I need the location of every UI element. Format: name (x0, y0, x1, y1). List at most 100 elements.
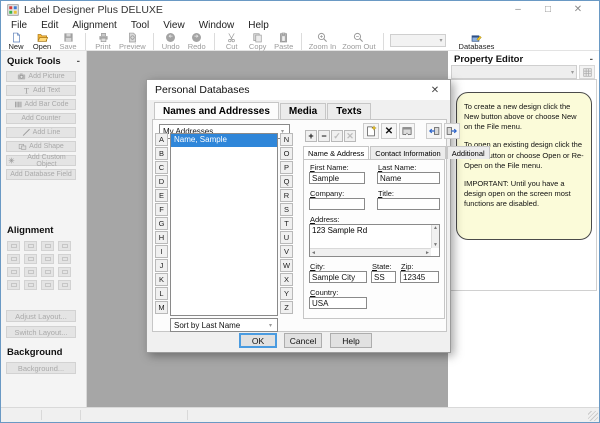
new-database-icon (365, 125, 377, 137)
letter-a-button[interactable]: A (155, 133, 168, 146)
collapse-icon[interactable]: - (77, 56, 80, 67)
toolbar-separator (214, 33, 215, 50)
title-field[interactable] (377, 198, 440, 210)
letter-s-button[interactable]: S (280, 203, 293, 216)
letter-w-button[interactable]: W (280, 259, 293, 272)
address-field[interactable]: 123 Sample Rd (312, 226, 430, 247)
maximize-button[interactable]: □ (533, 1, 563, 19)
letter-t-button[interactable]: T (280, 217, 293, 230)
letter-h-button[interactable]: H (155, 231, 168, 244)
letter-y-button[interactable]: Y (280, 287, 293, 300)
delete-x-icon: ✕ (385, 126, 393, 137)
letter-g-button[interactable]: G (155, 217, 168, 230)
tab-additional[interactable]: Additional (447, 146, 490, 159)
letter-r-button[interactable]: R (280, 189, 293, 202)
alignment-option-button (58, 280, 71, 290)
statusbar-separator (41, 410, 42, 420)
database-properties-button[interactable] (399, 123, 415, 139)
tab-names-and-addresses[interactable]: Names and Addresses (154, 102, 279, 119)
letter-e-button[interactable]: E (155, 189, 168, 202)
help-paragraph: To create a new design click the New but… (464, 102, 584, 132)
cancel-button[interactable]: Cancel (284, 333, 322, 348)
menu-file[interactable]: File (4, 20, 34, 31)
toolbar-separator (301, 33, 302, 50)
letter-f-button[interactable]: F (155, 203, 168, 216)
import-arrow-icon (446, 125, 458, 137)
letter-q-button[interactable]: Q (280, 175, 293, 188)
delete-database-button[interactable]: ✕ (381, 123, 397, 139)
export-records-button[interactable] (426, 123, 442, 139)
letter-c-button[interactable]: C (155, 161, 168, 174)
letter-d-button[interactable]: D (155, 175, 168, 188)
letter-m-button[interactable]: M (155, 301, 168, 314)
background-title: Background (7, 347, 62, 358)
state-field[interactable] (371, 271, 396, 283)
toolbar-button-label: Redo (188, 43, 206, 51)
alignment-glyph-icon (45, 270, 51, 274)
menu-view[interactable]: View (156, 20, 192, 31)
toolbar-undo-button: Undo (158, 32, 184, 51)
zip-field[interactable] (400, 271, 439, 283)
alignment-option-button (41, 267, 54, 277)
scroll-down-icon[interactable]: ▼ (433, 242, 438, 248)
menu-edit[interactable]: Edit (34, 20, 65, 31)
scroll-left-icon[interactable]: ◄ (311, 250, 316, 256)
country-field[interactable] (309, 297, 367, 309)
tab-media[interactable]: Media (280, 103, 326, 119)
tab-name-address[interactable]: Name & Address (303, 146, 369, 159)
minimize-button[interactable]: – (503, 1, 533, 19)
scroll-right-icon[interactable]: ► (425, 250, 430, 256)
letter-k-button[interactable]: K (155, 273, 168, 286)
help-button[interactable]: Help (330, 333, 372, 348)
import-records-button[interactable] (444, 123, 460, 139)
city-field[interactable] (309, 271, 367, 283)
record-item[interactable]: Name, Sample (171, 134, 277, 147)
alignment-glyph-icon (28, 283, 34, 287)
first-name-field[interactable] (309, 172, 365, 184)
company-label: Company: (310, 189, 344, 198)
tab-texts[interactable]: Texts (327, 103, 370, 119)
address-horizontal-scrollbar[interactable]: ◄ ► (310, 248, 431, 256)
company-field[interactable] (309, 198, 365, 210)
letter-j-button[interactable]: J (155, 259, 168, 272)
records-list[interactable]: Name, Sample (170, 133, 278, 316)
letter-n-button[interactable]: N (280, 133, 293, 146)
address-vertical-scrollbar[interactable]: ▲ ▼ (431, 225, 439, 248)
resize-grip[interactable] (588, 411, 598, 421)
ok-button[interactable]: OK (239, 333, 277, 348)
last-name-field[interactable] (377, 172, 440, 184)
letter-o-button[interactable]: O (280, 147, 293, 160)
letter-z-button[interactable]: Z (280, 301, 293, 314)
alignment-glyph-icon (11, 244, 17, 248)
letter-p-button[interactable]: P (280, 161, 293, 174)
toolbar-open-button[interactable]: Open (29, 32, 55, 51)
remove-record-button[interactable]: − (318, 130, 330, 142)
toolbar-databases-button[interactable]: Databases (456, 32, 498, 51)
scroll-up-icon[interactable]: ▲ (433, 225, 438, 231)
letter-x-button[interactable]: X (280, 273, 293, 286)
collapse-icon[interactable]: - (590, 54, 593, 65)
letter-u-button[interactable]: U (280, 231, 293, 244)
close-button[interactable]: ✕ (563, 1, 593, 19)
menu-tool[interactable]: Tool (124, 20, 156, 31)
alignment-glyph-icon (45, 257, 51, 261)
toolbar-button-label: Zoom In (309, 43, 337, 51)
letter-i-button[interactable]: I (155, 245, 168, 258)
letter-l-button[interactable]: L (155, 287, 168, 300)
toolbar-new-button[interactable]: New (3, 32, 29, 51)
window-title: Label Designer Plus DELUXE (24, 4, 163, 16)
zip-label: Zip: (401, 262, 414, 271)
new-database-button[interactable] (363, 123, 379, 139)
toolbar-button-label: Open (33, 43, 51, 51)
letter-v-button[interactable]: V (280, 245, 293, 258)
menu-alignment[interactable]: Alignment (65, 20, 123, 31)
sort-select[interactable]: Sort by Last Name ▾ (170, 318, 278, 332)
dialog-close-button[interactable]: ✕ (428, 85, 442, 96)
add-record-button[interactable]: + (305, 130, 317, 142)
menu-window[interactable]: Window (192, 20, 242, 31)
tab-contact-information[interactable]: Contact Information (370, 146, 445, 159)
name-address-form: First Name: Last Name: Company: Title: A… (303, 159, 445, 319)
letter-b-button[interactable]: B (155, 147, 168, 160)
menu-help[interactable]: Help (241, 20, 276, 31)
svg-text:T: T (24, 86, 29, 95)
